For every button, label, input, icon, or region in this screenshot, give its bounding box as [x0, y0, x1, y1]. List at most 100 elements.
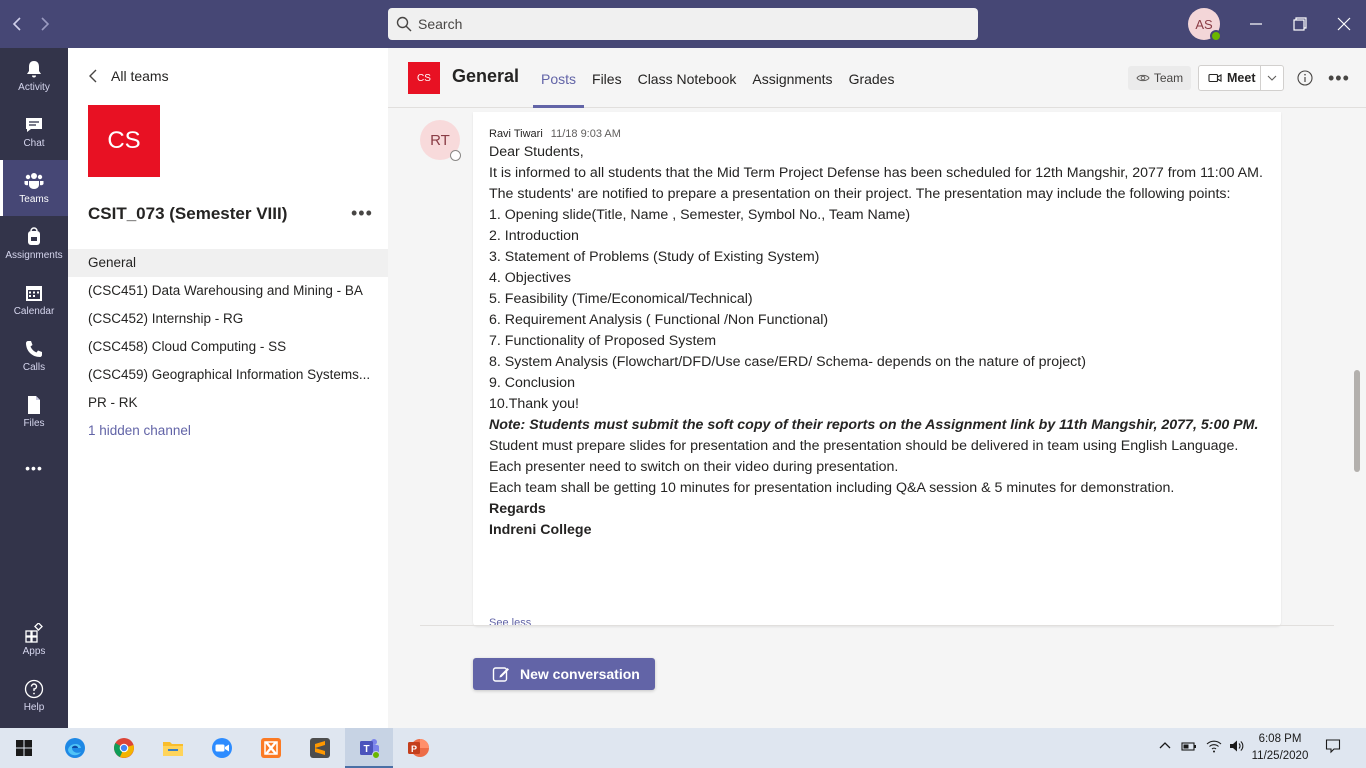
taskbar-xampp[interactable] [247, 728, 295, 768]
new-conversation-button[interactable]: New conversation [473, 658, 655, 690]
start-button[interactable] [0, 728, 48, 768]
post-author[interactable]: Ravi Tiwari [489, 128, 543, 140]
offline-status-icon [450, 150, 461, 161]
taskbar-zoom[interactable] [198, 728, 246, 768]
taskbar-teams[interactable]: T [345, 728, 393, 768]
post-point: 4. Objectives [489, 270, 572, 286]
rail-item-calendar[interactable]: Calendar [0, 272, 68, 328]
app-rail: Activity Chat Teams Assignments Calendar… [0, 48, 68, 728]
new-conversation-label: New conversation [520, 666, 640, 682]
user-initials: AS [1195, 16, 1213, 32]
channel-item[interactable]: (CSC452) Internship - RG [68, 305, 388, 333]
channel-more-options-button[interactable]: ••• [1328, 68, 1350, 89]
search-icon [396, 16, 412, 32]
windows-start-icon [16, 740, 32, 756]
team-channel-panel: All teams CS CSIT_073 (Semester VIII) ••… [68, 48, 388, 728]
author-avatar[interactable]: RT [420, 120, 461, 161]
rail-item-assignments[interactable]: Assignments [0, 216, 68, 272]
rail-item-files[interactable]: Files [0, 384, 68, 440]
all-teams-link[interactable]: All teams [88, 68, 169, 84]
minimize-icon [1250, 23, 1262, 25]
close-button[interactable] [1322, 0, 1366, 48]
see-less-link[interactable]: See less [489, 617, 531, 629]
backpack-icon [28, 227, 40, 245]
channel-item[interactable]: PR - RK [68, 389, 388, 417]
back-arrow-icon[interactable] [10, 12, 24, 36]
post-point: 8. System Analysis (Flowchart/DFD/Use ca… [489, 354, 1086, 370]
zoom-icon [212, 738, 232, 758]
rail-item-calls[interactable]: Calls [0, 328, 68, 384]
meet-button[interactable]: Meet [1198, 65, 1284, 91]
video-camera-icon [1208, 73, 1222, 83]
svg-text:T: T [363, 744, 369, 755]
post-intro: It is informed to all students that the … [489, 165, 1263, 202]
feed-scrollbar[interactable] [1354, 370, 1360, 472]
wifi-indicator[interactable] [1206, 738, 1222, 754]
rail-item-activity[interactable]: Activity [0, 48, 68, 104]
taskbar-sublime-text[interactable] [296, 728, 344, 768]
battery-indicator[interactable] [1181, 738, 1197, 754]
xampp-icon [261, 738, 281, 758]
close-icon [1337, 17, 1351, 31]
team-name: CSIT_073 (Semester VIII) [88, 204, 288, 223]
forward-arrow-icon[interactable] [38, 12, 52, 36]
tab-assignments[interactable]: Assignments [744, 48, 840, 108]
rail-label: Teams [19, 194, 49, 205]
rail-item-chat[interactable]: Chat [0, 104, 68, 160]
title-bar: Search AS [0, 0, 1366, 48]
compose-icon [492, 667, 509, 682]
tab-class-notebook[interactable]: Class Notebook [630, 48, 745, 108]
team-more-options-button[interactable]: ••• [351, 203, 373, 224]
channel-item[interactable]: (CSC451) Data Warehousing and Mining - B… [68, 277, 388, 305]
rail-more-apps[interactable]: ••• [0, 440, 68, 496]
chrome-icon [114, 738, 134, 758]
search-box[interactable]: Search [388, 8, 978, 40]
file-icon [28, 396, 40, 414]
taskbar-chrome[interactable] [100, 728, 148, 768]
channel-item[interactable]: (CSC458) Cloud Computing - SS [68, 333, 388, 361]
rail-label: Apps [22, 646, 46, 657]
rail-label: Help [23, 702, 45, 713]
post-paragraph: Student must prepare slides for presenta… [489, 438, 1239, 454]
taskbar-clock[interactable]: 6:08 PM 11/25/2020 [1248, 731, 1312, 765]
tab-files[interactable]: Files [584, 48, 630, 108]
powerpoint-icon: P [408, 739, 429, 757]
notification-icon [1325, 739, 1341, 754]
tab-grades[interactable]: Grades [841, 48, 903, 108]
team-avatar: CS [88, 105, 160, 177]
taskbar-edge[interactable] [51, 728, 99, 768]
rail-item-help[interactable]: Help [0, 668, 68, 724]
user-avatar[interactable]: AS [1188, 8, 1222, 42]
volume-indicator[interactable] [1228, 738, 1244, 754]
channel-item[interactable]: (CSC459) Geographical Information System… [68, 361, 388, 389]
hidden-channels-link[interactable]: 1 hidden channel [68, 417, 388, 445]
action-center-button[interactable] [1325, 738, 1341, 754]
wifi-icon [1206, 740, 1222, 753]
info-icon[interactable] [1297, 70, 1313, 86]
post-timestamp: 11/18 9:03 AM [550, 128, 621, 140]
file-explorer-icon [163, 742, 183, 756]
channel-item[interactable]: General [68, 249, 388, 277]
available-status-icon [1210, 30, 1222, 42]
team-visibility-button[interactable]: Team [1128, 66, 1191, 90]
minimize-button[interactable] [1234, 0, 1278, 48]
channel-team-icon: CS [408, 62, 440, 94]
meet-now-button[interactable]: Meet [1199, 66, 1261, 90]
tab-posts[interactable]: Posts [533, 48, 585, 108]
taskbar-powerpoint[interactable]: P [394, 728, 442, 768]
taskbar-file-explorer[interactable] [149, 728, 197, 768]
phone-icon [26, 341, 42, 357]
calendar-icon [26, 286, 42, 301]
channel-icon-text: CS [417, 72, 431, 84]
rail-item-teams[interactable]: Teams [0, 160, 68, 216]
post-point: 2. Introduction [489, 228, 579, 244]
maximize-button[interactable] [1278, 0, 1322, 48]
post-card: Ravi Tiwari 11/18 9:03 AM Dear Students, … [473, 112, 1281, 629]
post-point: 7. Functionality of Proposed System [489, 333, 717, 349]
rail-item-apps[interactable]: Apps [0, 612, 68, 668]
show-hidden-icons-button[interactable] [1157, 738, 1173, 754]
meet-dropdown-button[interactable] [1261, 75, 1283, 81]
post-regards: Regards [489, 501, 546, 517]
svg-text:P: P [411, 744, 417, 754]
post-point: 10.Thank you! [489, 396, 579, 412]
